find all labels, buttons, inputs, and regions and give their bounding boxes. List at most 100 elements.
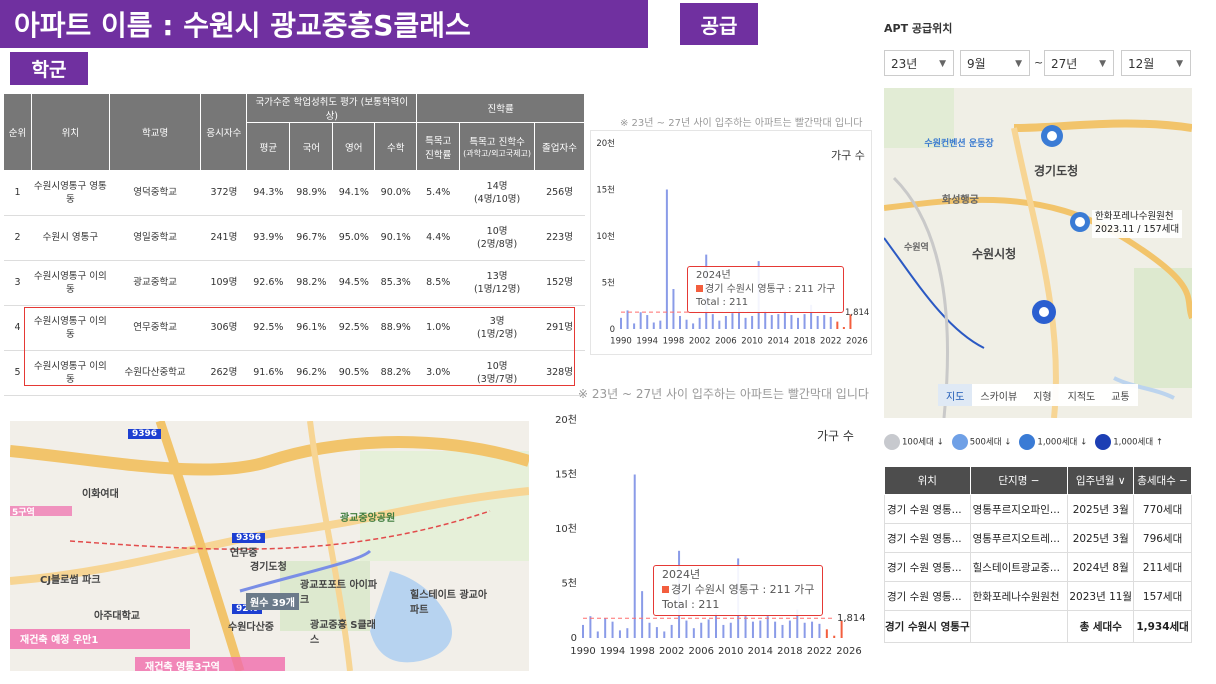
map-tab-terrain[interactable]: 지형 [1025, 384, 1059, 406]
start-year-value: 23년 [891, 56, 918, 71]
bar[interactable] [829, 316, 832, 329]
average-line-label: 1,814 [845, 308, 869, 318]
bar[interactable] [715, 612, 717, 638]
y-tick-label: 15천 [555, 469, 577, 481]
bar[interactable] [652, 322, 655, 329]
bar[interactable] [639, 312, 642, 329]
bar[interactable] [803, 314, 806, 329]
bar[interactable] [744, 317, 747, 329]
bar[interactable] [777, 314, 780, 329]
school-cell-avg: 94.3% [246, 170, 290, 216]
bar[interactable] [744, 616, 747, 638]
bar[interactable] [729, 622, 732, 638]
chart2-note: ※ 23년 ~ 27년 사이 입주하는 아파트는 빨간막대 입니다 [578, 387, 869, 401]
bar[interactable] [648, 622, 651, 638]
bar[interactable] [774, 621, 777, 638]
bar[interactable] [823, 315, 826, 329]
bar[interactable] [783, 310, 786, 329]
bar[interactable] [685, 319, 688, 329]
bar[interactable] [655, 627, 658, 638]
end-year-select[interactable]: 27년 ▼ [1044, 50, 1114, 76]
school-map[interactable]: 9396 9396 92% 원수 39개 연무중 경기도청 광교중앙공원 광교포… [10, 421, 529, 671]
tooltip-line: 경기 수원시 영통구 : 211 가구 [696, 283, 835, 297]
bar[interactable] [670, 624, 673, 638]
bar[interactable] [641, 591, 644, 638]
bar[interactable] [770, 315, 773, 329]
bar-highlight[interactable] [833, 635, 836, 638]
bar-highlight[interactable] [825, 629, 828, 638]
school-cell-school: 수원다산중학교 [109, 350, 201, 396]
pin-icon [884, 434, 900, 450]
bar[interactable] [751, 315, 754, 329]
school-cell-examinees: 109명 [200, 260, 247, 306]
school-cell-special-count: 10명 (3명/7명) [459, 350, 535, 396]
bar[interactable] [700, 622, 703, 638]
bar[interactable] [685, 620, 688, 638]
bar[interactable] [663, 631, 666, 638]
col-advancement-group: 진학률 [416, 93, 585, 123]
bar[interactable] [633, 474, 636, 639]
bar[interactable] [659, 320, 662, 329]
bar[interactable] [722, 624, 725, 638]
bar[interactable] [711, 314, 714, 329]
apt-row[interactable]: 경기 수원 영통... 영통푸르지오파인... 2025년 3월 770세대 [884, 494, 1192, 524]
map-tab-skyview[interactable]: 스카이뷰 [972, 384, 1025, 406]
bar[interactable] [618, 630, 621, 638]
bar-highlight[interactable] [836, 321, 839, 329]
school-row: 2 수원시 영통구 영일중학교 241명 93.9% 96.7% 95.0% 90.1% 4.4… [3, 215, 585, 261]
apt-supply-map[interactable]: 수원컨벤션 운동장 경기도청 화성행궁 수원역 수원시청 한화포레나수원원천 2… [884, 88, 1192, 418]
school-cell-school: 영덕중학교 [109, 170, 201, 216]
start-month-select[interactable]: 9월 ▼ [960, 50, 1030, 76]
bar[interactable] [698, 317, 701, 329]
bar[interactable] [646, 315, 649, 329]
start-year-select[interactable]: 23년 ▼ [884, 50, 954, 76]
map-tab-traffic[interactable]: 교통 [1103, 384, 1137, 406]
bar[interactable] [665, 189, 668, 330]
col-total-units[interactable]: 총세대수 − [1133, 466, 1192, 495]
total-location: 경기 수원시 영통구 [884, 610, 971, 643]
bar[interactable] [811, 621, 814, 638]
bar[interactable] [816, 315, 819, 329]
apt-cell-move-in: 2024년 8월 [1067, 552, 1135, 582]
bar[interactable] [759, 620, 762, 638]
bar[interactable] [781, 624, 784, 638]
map-label-gwangyo-plaza: 광교포포트 아이파크 [300, 580, 378, 606]
bar-highlight[interactable] [842, 327, 845, 329]
apt-row[interactable]: 경기 수원 영통... 힐스테이트광교중... 2024년 8월 211세대 [884, 552, 1192, 582]
bar[interactable] [679, 315, 681, 329]
apt-row[interactable]: 경기 수원 영통... 한화포레나수원원천 2023년 11월 157세대 [884, 581, 1192, 611]
col-move-in[interactable]: 입주년월 ∨ [1067, 466, 1135, 495]
map-tab-map[interactable]: 지도 [938, 384, 973, 406]
bar[interactable] [604, 618, 607, 638]
bar[interactable] [582, 624, 584, 638]
bar[interactable] [672, 289, 675, 329]
school-cell-avg: 92.6% [246, 260, 290, 306]
bar[interactable] [692, 323, 695, 329]
bar[interactable] [803, 622, 806, 638]
bar[interactable] [633, 323, 636, 329]
bar[interactable] [626, 628, 629, 638]
bar[interactable] [766, 616, 769, 638]
end-month-select[interactable]: 12월 ▼ [1121, 50, 1191, 76]
bar[interactable] [620, 317, 622, 329]
bar[interactable] [731, 313, 734, 329]
apt-row[interactable]: 경기 수원 영통... 영통푸르지오트레... 2025년 3월 796세대 [884, 523, 1192, 553]
bar[interactable] [589, 616, 592, 638]
map-tab-cadastral[interactable]: 지적도 [1060, 384, 1104, 406]
bar[interactable] [818, 623, 821, 638]
bar[interactable] [596, 631, 599, 638]
bar[interactable] [611, 621, 614, 638]
bar[interactable] [797, 317, 799, 329]
bar[interactable] [751, 621, 754, 638]
bar[interactable] [718, 320, 721, 329]
bar[interactable] [790, 315, 793, 329]
bar[interactable] [788, 620, 791, 638]
bar[interactable] [626, 310, 629, 329]
bar[interactable] [764, 310, 767, 329]
range-separator: ~ [1034, 56, 1044, 69]
col-apt-name[interactable]: 단지명 − [969, 466, 1069, 495]
x-tick-label: 1994 [636, 337, 658, 347]
bar[interactable] [724, 315, 727, 329]
bar[interactable] [692, 628, 695, 638]
bar[interactable] [707, 619, 710, 638]
